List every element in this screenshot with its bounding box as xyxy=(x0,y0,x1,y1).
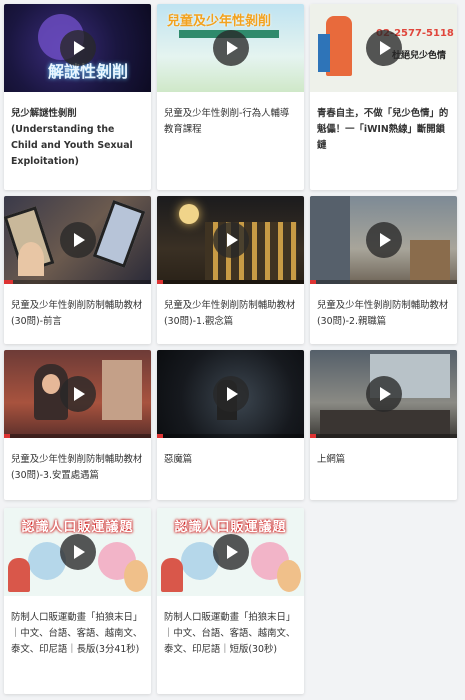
play-icon[interactable] xyxy=(212,30,249,66)
video-title[interactable]: 兒少解謎性剝削 (Understanding the Child and You… xyxy=(4,92,151,170)
window-illustration xyxy=(102,360,142,420)
video-title[interactable]: 兒童及少年性剝削防制輔助教材(30問)-2.親職篇 xyxy=(310,284,457,330)
hero-cape xyxy=(318,34,330,72)
progress-bar[interactable] xyxy=(310,280,457,284)
video-card[interactable]: 上網篇 xyxy=(310,350,457,500)
play-icon[interactable] xyxy=(59,222,96,258)
room-wall-illustration xyxy=(310,196,350,284)
video-thumbnail[interactable]: 認識人口販運議題 xyxy=(157,508,304,596)
video-grid: 解謎性剝削 兒少解謎性剝削 (Understanding the Child a… xyxy=(0,0,465,700)
video-thumbnail[interactable]: 解謎性剝削 xyxy=(4,4,151,92)
video-card[interactable]: 兒童及少年性剝削 兒童及少年性剝削-行為人輔導教育課程 xyxy=(157,4,304,190)
play-icon[interactable] xyxy=(365,30,402,66)
video-title[interactable]: 上網篇 xyxy=(310,438,457,468)
character-face xyxy=(42,374,60,394)
video-card[interactable]: 兒童及少年性剝削防制輔助教材(30問)-前言 xyxy=(4,196,151,344)
video-card[interactable]: 兒童及少年性剝削防制輔助教材(30問)-3.安置處遇篇 xyxy=(4,350,151,500)
video-title[interactable]: 兒童及少年性剝削-行為人輔導教育課程 xyxy=(157,92,304,138)
progress-bar[interactable] xyxy=(157,280,304,284)
play-icon[interactable] xyxy=(365,222,402,258)
video-card[interactable]: 認識人口販運議題 防制人口販運動畫「拍狼末日」｜中文、台語、客語、越南文、泰文、… xyxy=(4,508,151,694)
character-illustration xyxy=(124,560,148,592)
progress-bar[interactable] xyxy=(157,434,304,438)
progress-bar[interactable] xyxy=(4,280,151,284)
play-icon[interactable] xyxy=(212,222,249,258)
thumbnail-text: 認識人口販運議題 xyxy=(21,520,134,535)
progress-bar[interactable] xyxy=(310,434,457,438)
play-icon[interactable] xyxy=(212,376,249,412)
video-thumbnail[interactable] xyxy=(4,196,151,284)
video-card[interactable]: 兒童及少年性剝削防制輔助教材(30問)-1.觀念篇 xyxy=(157,196,304,344)
video-title[interactable]: 兒童及少年性剝削防制輔助教材(30問)-前言 xyxy=(4,284,151,330)
phone-screen-illustration xyxy=(92,199,146,269)
video-thumbnail[interactable] xyxy=(310,196,457,284)
thumbnail-text: 兒童及少年性剝削 xyxy=(167,14,272,29)
video-card[interactable]: 惡魔篇 xyxy=(157,350,304,500)
video-thumbnail[interactable]: 兒童及少年性剝削 xyxy=(157,4,304,92)
video-thumbnail[interactable] xyxy=(4,350,151,438)
video-thumbnail[interactable]: 02-2577-5118 杜絕兒少色情 xyxy=(310,4,457,92)
moon-illustration xyxy=(179,204,199,224)
play-icon[interactable] xyxy=(59,376,96,412)
play-icon[interactable] xyxy=(365,376,402,412)
video-thumbnail[interactable] xyxy=(157,350,304,438)
video-card[interactable]: 認識人口販運議題 防制人口販運動畫「拍狼末日」｜中文、台語、客語、越南文、泰文、… xyxy=(157,508,304,694)
video-title[interactable]: 兒童及少年性剝削防制輔助教材(30問)-1.觀念篇 xyxy=(157,284,304,330)
play-icon[interactable] xyxy=(59,30,96,66)
character-illustration xyxy=(277,560,301,592)
cabinet-illustration xyxy=(410,240,450,280)
video-title[interactable]: 防制人口販運動畫「拍狼末日」｜中文、台語、客語、越南文、泰文、印尼語｜長版(3分… xyxy=(4,596,151,658)
character-illustration xyxy=(8,558,30,592)
video-card[interactable]: 02-2577-5118 杜絕兒少色情 青春自主，不做「兒少色情」的魁儡！一「i… xyxy=(310,4,457,190)
character-illustration xyxy=(161,558,183,592)
video-thumbnail[interactable] xyxy=(157,196,304,284)
video-card[interactable]: 解謎性剝削 兒少解謎性剝削 (Understanding the Child a… xyxy=(4,4,151,190)
progress-bar[interactable] xyxy=(4,434,151,438)
video-title[interactable]: 防制人口販運動畫「拍狼末日」｜中文、台語、客語、越南文、泰文、印尼語｜短版(30… xyxy=(157,596,304,658)
video-title[interactable]: 兒童及少年性剝削防制輔助教材(30問)-3.安置處遇篇 xyxy=(4,438,151,484)
video-title[interactable]: 惡魔篇 xyxy=(157,438,304,468)
video-thumbnail[interactable]: 認識人口販運議題 xyxy=(4,508,151,596)
video-card[interactable]: 兒童及少年性剝削防制輔助教材(30問)-2.親職篇 xyxy=(310,196,457,344)
play-icon[interactable] xyxy=(59,534,96,570)
thumbnail-text: 認識人口販運議題 xyxy=(174,520,287,535)
play-icon[interactable] xyxy=(212,534,249,570)
video-title[interactable]: 青春自主，不做「兒少色情」的魁儡！一「iWIN熱線」斷開鎖鏈 xyxy=(310,92,457,154)
video-thumbnail[interactable] xyxy=(310,350,457,438)
character-illustration xyxy=(18,242,44,276)
